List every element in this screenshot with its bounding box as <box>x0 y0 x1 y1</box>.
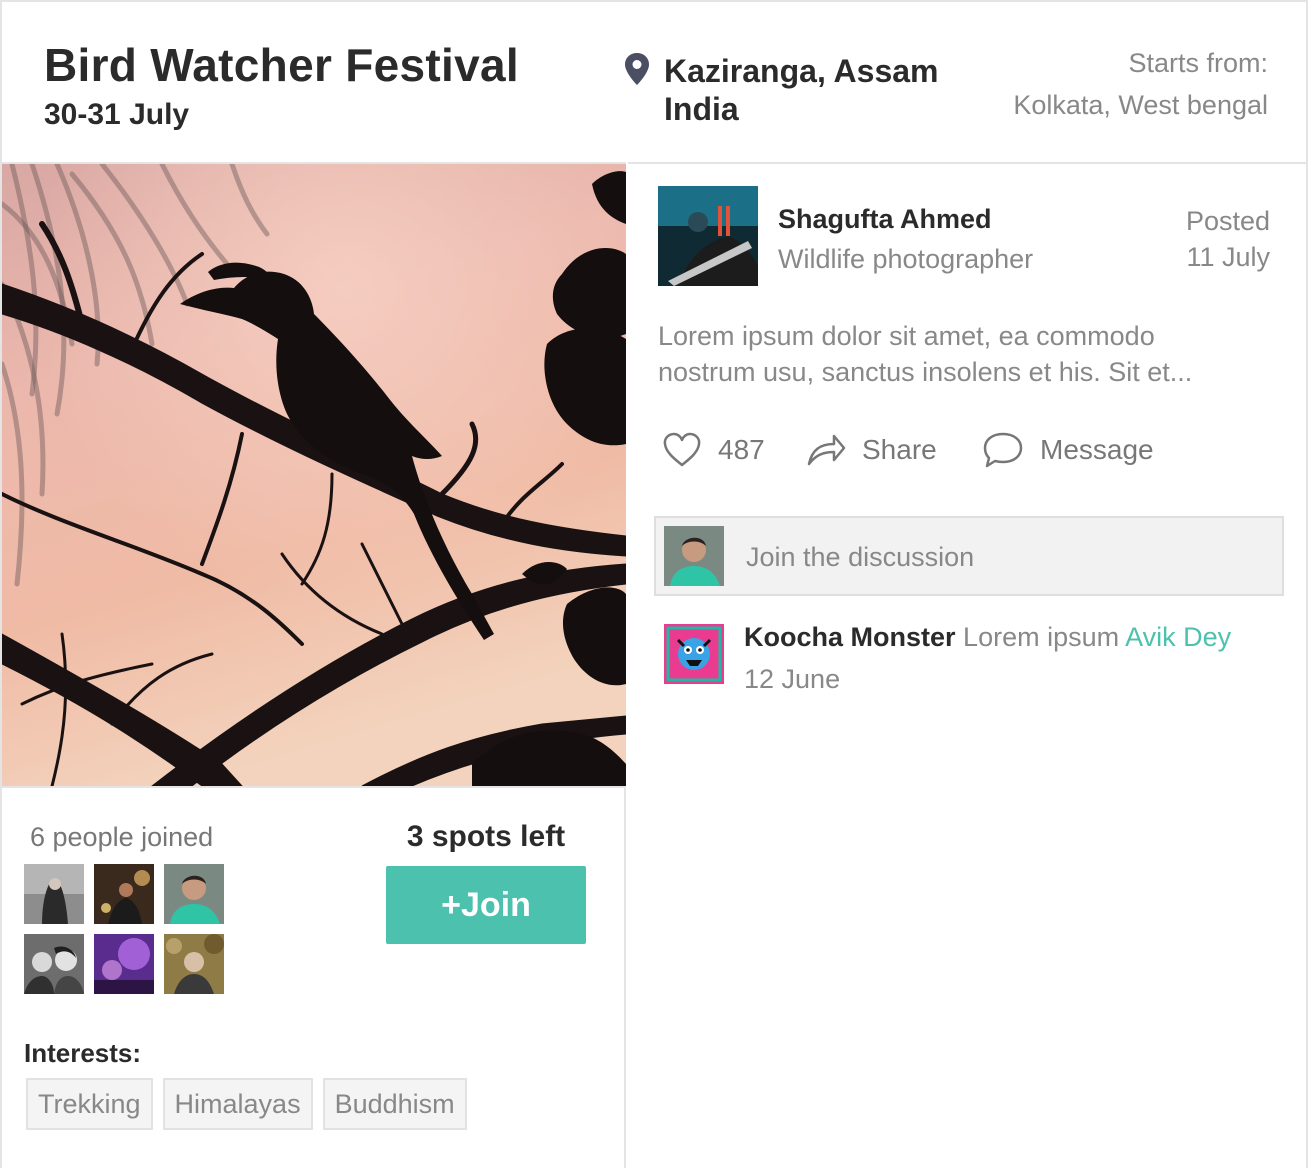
author-name[interactable]: Shagufta Ahmed <box>778 204 992 235</box>
event-hero-image <box>2 162 626 788</box>
avatar[interactable] <box>24 864 84 924</box>
share-label: Share <box>862 434 937 465</box>
interest-tags: Trekking Himalayas Buddhism <box>26 1078 467 1130</box>
share-arrow-icon <box>807 434 846 466</box>
comment-author[interactable]: Koocha Monster <box>744 622 956 652</box>
event-date: 30-31 July <box>44 98 190 131</box>
location-line-1: Kaziranga, Assam <box>664 53 939 89</box>
event-header: Bird Watcher Festival 30-31 July Kaziran… <box>2 2 1308 162</box>
location-line-2: India <box>664 91 739 127</box>
current-user-avatar <box>664 526 724 586</box>
avatar[interactable] <box>164 864 224 924</box>
commenter-avatar[interactable] <box>664 624 724 684</box>
posted-label: Posted <box>1185 206 1270 236</box>
comment-text: Lorem ipsum <box>963 622 1120 652</box>
event-card: Bird Watcher Festival 30-31 July Kaziran… <box>0 0 1308 1168</box>
avatar[interactable] <box>94 934 154 994</box>
people-joined-count: 6 people joined <box>30 822 214 852</box>
comment-mention[interactable]: Avik Dey <box>1125 622 1231 652</box>
posted-date: 11 July <box>1186 242 1270 272</box>
avatar[interactable] <box>164 934 224 994</box>
comment: Koocha Monster Lorem ipsum Avik Dey <box>744 622 1231 653</box>
message-button[interactable]: Message <box>982 428 1154 472</box>
author-avatar[interactable] <box>658 186 758 286</box>
like-count: 487 <box>718 434 765 465</box>
share-button[interactable]: Share <box>806 428 937 472</box>
discussion-input[interactable]: Join the discussion <box>654 516 1284 596</box>
discussion-placeholder: Join the discussion <box>746 542 975 572</box>
join-button[interactable]: +Join <box>386 866 586 944</box>
interest-tag-himalayas[interactable]: Himalayas <box>162 1078 313 1130</box>
interest-tag-buddhism[interactable]: Buddhism <box>322 1078 467 1130</box>
comment-date: 12 June <box>744 664 841 694</box>
post-panel: Shagufta Ahmed Wildlife photographer Pos… <box>628 162 1308 1168</box>
joined-avatars <box>24 864 226 994</box>
interests-label: Interests: <box>24 1038 142 1068</box>
message-label: Message <box>1040 434 1154 465</box>
like-button[interactable]: 487 <box>662 428 765 472</box>
heart-icon <box>663 432 701 467</box>
map-pin-icon <box>625 53 649 85</box>
event-title: Bird Watcher Festival <box>44 39 519 91</box>
starts-from-value: Kolkata, West bengal <box>1013 90 1268 120</box>
author-role: Wildlife photographer <box>778 244 1034 274</box>
spots-left: 3 spots left <box>406 820 566 853</box>
avatar[interactable] <box>94 864 154 924</box>
avatar[interactable] <box>24 934 84 994</box>
event-location: Kaziranga, Assam India <box>664 52 938 128</box>
starts-from-label: Starts from: <box>1128 48 1268 78</box>
post-text: Lorem ipsum dolor sit amet, ea commodo n… <box>658 321 1193 387</box>
interest-tag-trekking[interactable]: Trekking <box>26 1078 153 1130</box>
hornbill-silhouette-photo <box>2 164 626 786</box>
speech-bubble-icon <box>983 432 1023 468</box>
event-details-panel: 6 people joined 3 spots left +Join Inter… <box>2 162 626 1168</box>
